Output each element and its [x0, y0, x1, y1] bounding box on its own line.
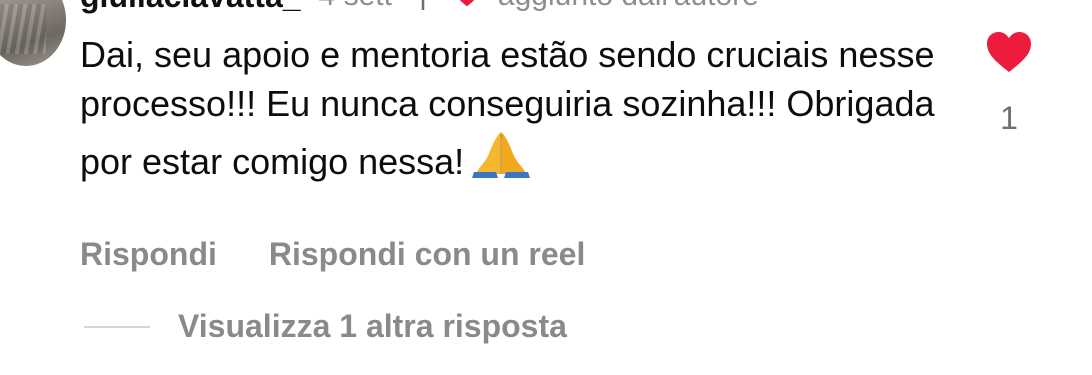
author-liked-label: aggiunto dall'autore — [498, 0, 759, 13]
comment-actions: Rispondi Rispondi con un reel — [80, 236, 585, 273]
comment-text: Dai, seu apoio e mentoria estão sendo cr… — [80, 30, 940, 190]
comment-header: giuliaciavatta_ 4 sett aggiunto dall'aut… — [80, 0, 759, 14]
like-heart-icon[interactable] — [985, 30, 1033, 74]
username[interactable]: giuliaciavatta_ — [80, 0, 301, 15]
view-replies-label: Visualizza 1 altra risposta — [178, 308, 567, 344]
reply-with-reel-button[interactable]: Rispondi con un reel — [269, 236, 585, 273]
folded-hands-emoji — [472, 128, 531, 190]
view-replies-button[interactable]: Visualizza 1 altra risposta — [84, 308, 567, 345]
like-count: 1 — [1000, 100, 1018, 136]
avatar[interactable] — [0, 0, 66, 66]
author-heart-icon — [454, 0, 480, 9]
reply-button[interactable]: Rispondi — [80, 236, 217, 273]
comment-time: 4 sett — [319, 0, 392, 13]
pin-icon — [410, 0, 436, 11]
reply-thread-line — [84, 325, 150, 328]
